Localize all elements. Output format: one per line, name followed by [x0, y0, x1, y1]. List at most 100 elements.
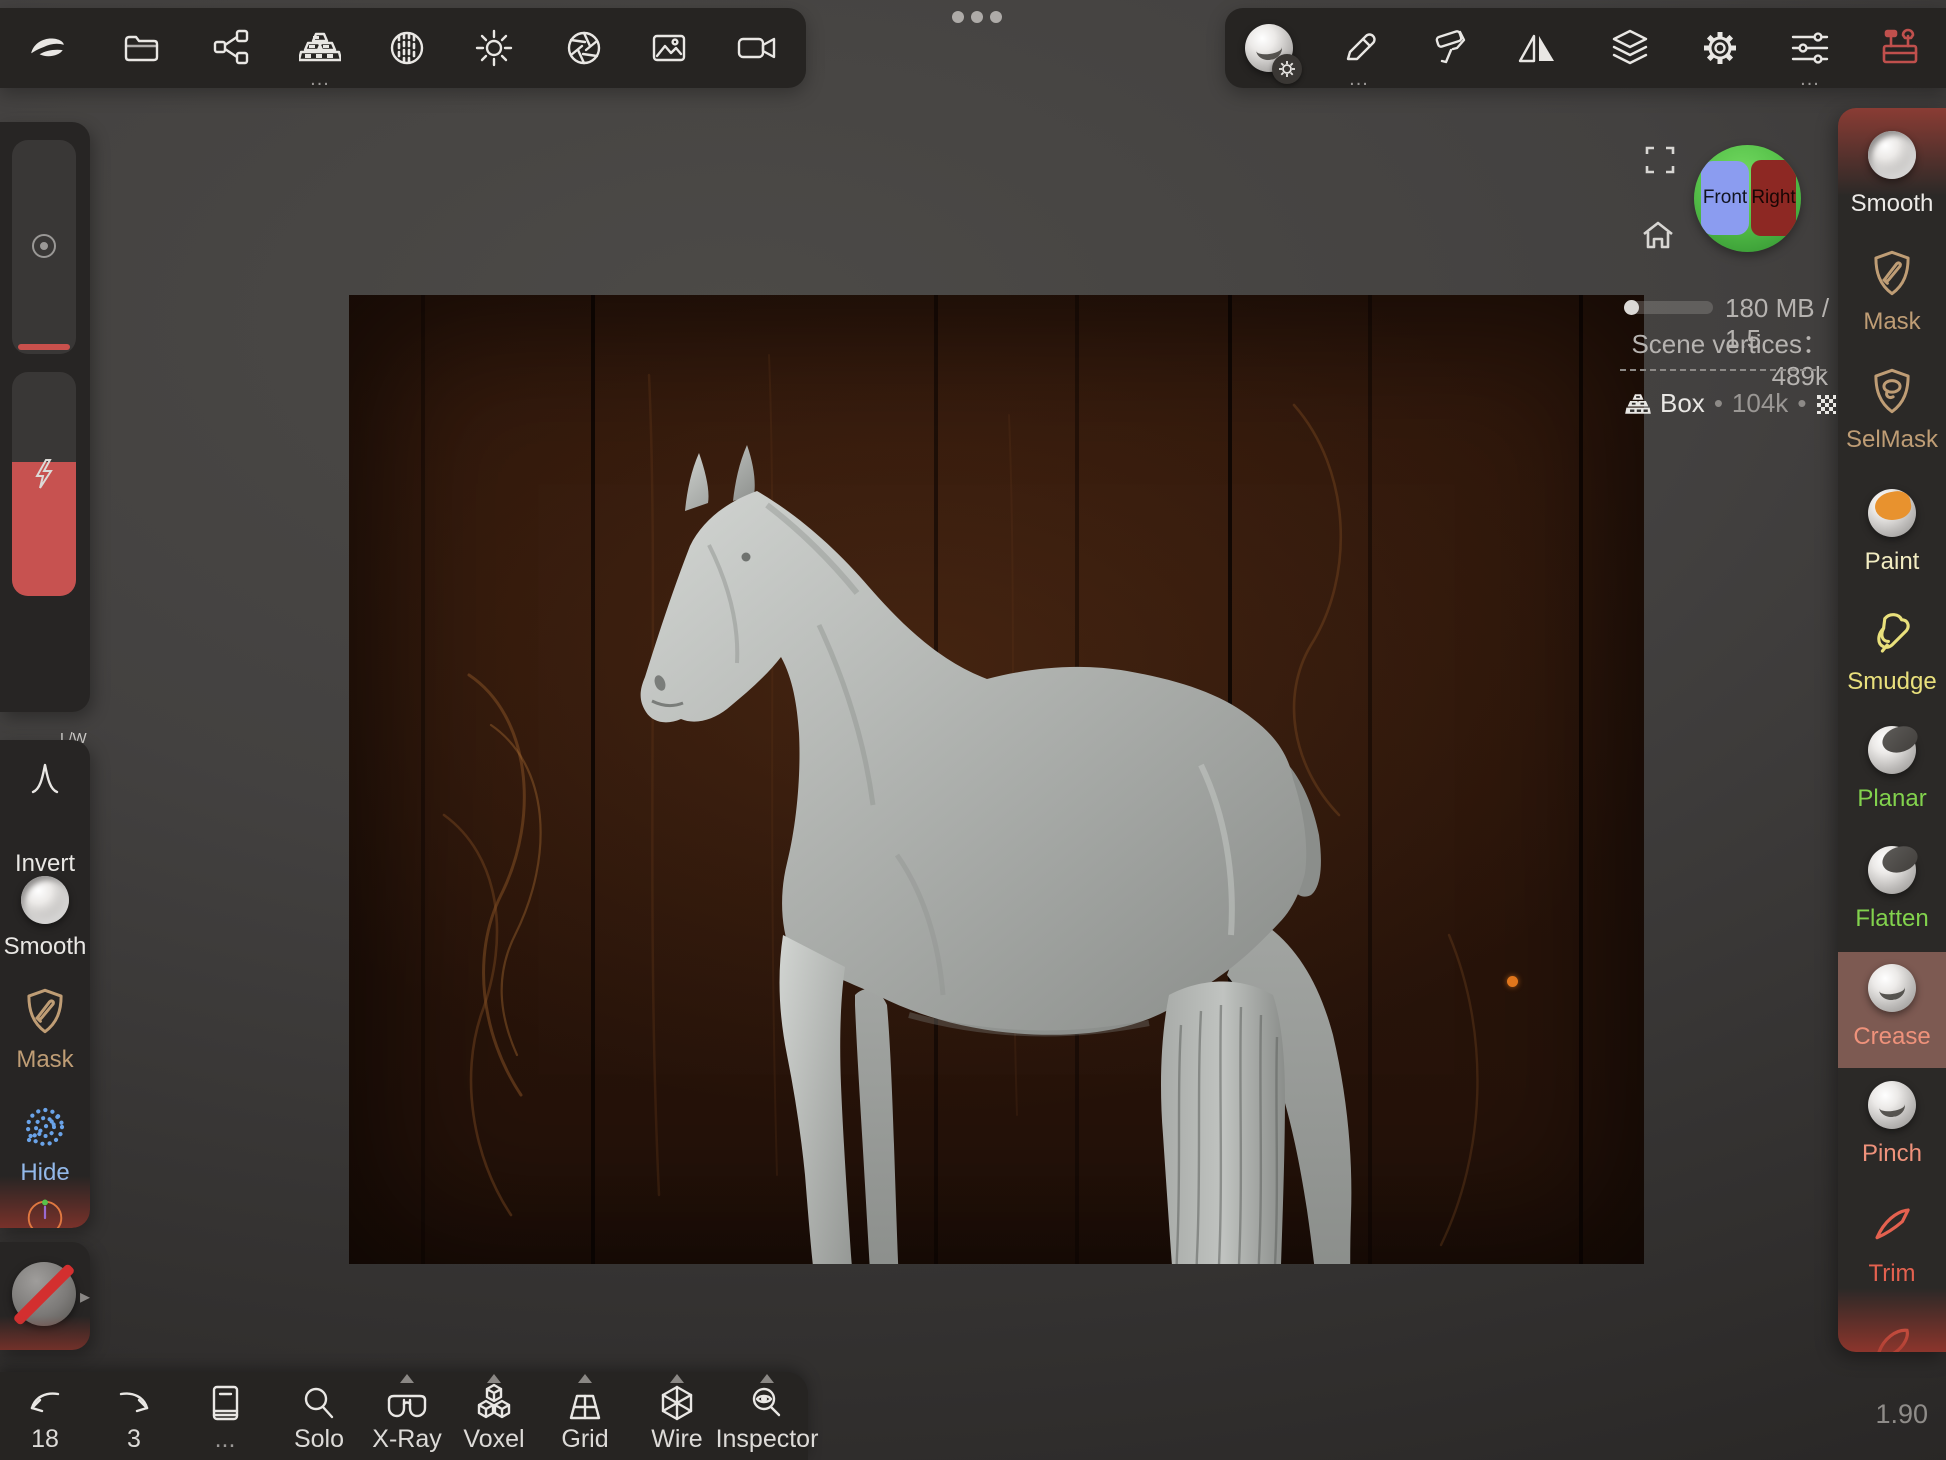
- xray-expand-arrow-icon[interactable]: [400, 1374, 414, 1383]
- object-visibility-checker-icon[interactable]: [1815, 393, 1837, 415]
- undo-button[interactable]: 18: [7, 1372, 83, 1460]
- pencil-more: ...: [1349, 68, 1369, 90]
- modifier-panel-fade: [0, 1176, 90, 1228]
- debug-toolbox-button[interactable]: [1865, 8, 1935, 88]
- topology-button[interactable]: ...: [285, 8, 355, 90]
- voxel-button[interactable]: Voxel: [456, 1372, 532, 1460]
- brush-smooth[interactable]: Smooth: [1838, 122, 1946, 239]
- invert-button[interactable]: [23, 758, 67, 802]
- fullscreen-button[interactable]: [1645, 146, 1675, 174]
- horse-body: [640, 491, 1307, 1035]
- mask-button-icon: [27, 988, 63, 1034]
- redo-count: 3: [127, 1425, 141, 1453]
- zoom-level: 1.90: [1875, 1399, 1928, 1429]
- settings-button[interactable]: [1685, 8, 1755, 88]
- pinch-brush-icon: [1868, 1081, 1916, 1129]
- orientation-gizmo[interactable]: Front Right: [1694, 145, 1801, 252]
- brush-label: Pinch: [1861, 1140, 1923, 1167]
- smooth-button[interactable]: [21, 876, 69, 924]
- brush-paint[interactable]: Paint: [1838, 480, 1946, 597]
- layers-button[interactable]: [1595, 8, 1665, 88]
- solo-button[interactable]: Solo: [281, 1372, 357, 1460]
- object-name: Box: [1660, 388, 1705, 418]
- radius-slider[interactable]: [12, 140, 76, 354]
- hide-button[interactable]: [20, 1102, 70, 1152]
- postprocess-button[interactable]: [549, 8, 619, 88]
- wire-button[interactable]: Wire: [639, 1372, 715, 1460]
- top-left-toolbar: ...: [0, 8, 806, 90]
- brush-crease[interactable]: Crease: [1838, 955, 1946, 1072]
- mask-label: Mask: [16, 1046, 74, 1073]
- gizmo-right-face[interactable]: Right: [1751, 160, 1796, 236]
- brush-label: Smudge: [1847, 668, 1937, 695]
- window-handle-icon[interactable]: [952, 11, 1002, 23]
- brush-smudge[interactable]: Smudge: [1838, 600, 1946, 717]
- sculpt-viewport[interactable]: [349, 295, 1644, 1264]
- voxel-expand-arrow-icon[interactable]: [487, 1374, 501, 1383]
- intensity-slider[interactable]: [12, 372, 76, 596]
- brush-label: SelMask: [1845, 426, 1939, 453]
- nomad-logo-button[interactable]: [13, 8, 83, 88]
- gizmo-front-face[interactable]: Front: [1701, 161, 1749, 235]
- parameters-button[interactable]: ...: [1775, 8, 1845, 89]
- background-image-button[interactable]: [634, 8, 704, 88]
- paint-roller-button[interactable]: [1416, 8, 1486, 88]
- xray-label: X-Ray: [372, 1425, 442, 1453]
- active-brush-button[interactable]: [1234, 8, 1304, 88]
- viewport-render: [421, 295, 1583, 1264]
- brush-label: Trim: [1868, 1260, 1916, 1287]
- object-row[interactable]: Box • 104k •: [1625, 388, 1837, 419]
- symmetry-button[interactable]: [1502, 8, 1572, 88]
- smooth-label: Smooth: [3, 933, 87, 960]
- undo-count: 18: [31, 1425, 59, 1453]
- nomad-sculpt-app: ... ... ... Front Right 180 MB / 1.5 Sce…: [0, 0, 1946, 1460]
- gizmo-front-label: Front: [1702, 187, 1748, 208]
- mask-brush-icon: [1874, 250, 1910, 296]
- solo-label: Solo: [293, 1425, 345, 1453]
- inspector-button[interactable]: Inspector: [716, 1372, 818, 1460]
- stroke-pencil-button[interactable]: ...: [1324, 8, 1394, 90]
- stats-divider: [1620, 369, 1826, 371]
- top-right-toolbar: ... ...: [1225, 8, 1946, 90]
- material-panel-fade: [0, 1316, 90, 1350]
- scene-vertices: Scene vertices：489k: [1596, 324, 1828, 392]
- scene-vertices-value: 489k: [1771, 361, 1828, 391]
- lighting-button[interactable]: [459, 8, 529, 88]
- material-button[interactable]: [372, 8, 442, 88]
- grid-label: Grid: [561, 1425, 609, 1453]
- brush-pinch[interactable]: Pinch: [1838, 1072, 1946, 1189]
- scene-vertices-label: Scene vertices：: [1631, 329, 1828, 359]
- topology-more: ...: [310, 68, 330, 90]
- material-expand-chevron[interactable]: ▸: [80, 1284, 90, 1309]
- wire-expand-arrow-icon[interactable]: [670, 1374, 684, 1383]
- scene-graph-button[interactable]: [196, 8, 266, 88]
- camera-button[interactable]: [722, 8, 792, 88]
- radius-slider-fill: [18, 344, 70, 350]
- brush-label: Planar: [1857, 785, 1927, 812]
- inspector-expand-arrow-icon[interactable]: [760, 1374, 774, 1383]
- brush-flatten[interactable]: Flatten: [1838, 837, 1946, 954]
- selmask-brush-icon: [1874, 368, 1910, 414]
- redo-button[interactable]: 3: [96, 1372, 172, 1460]
- brush-label: Flatten: [1855, 905, 1929, 932]
- brush-mask[interactable]: Mask: [1838, 240, 1946, 357]
- brush-label: Crease: [1853, 1023, 1931, 1050]
- files-button[interactable]: [106, 8, 176, 88]
- home-view-button[interactable]: [1641, 220, 1675, 250]
- grid-button[interactable]: Grid: [547, 1372, 623, 1460]
- mask-button[interactable]: [22, 986, 68, 1036]
- invert-label: Invert: [14, 850, 76, 877]
- smooth-button-icon: [21, 876, 69, 924]
- brush-planar[interactable]: Planar: [1838, 717, 1946, 834]
- nomad-logo-icon: [31, 38, 64, 57]
- brush-settings-badge[interactable]: [1272, 54, 1302, 84]
- grid-expand-arrow-icon[interactable]: [578, 1374, 592, 1383]
- memory-gauge: [1624, 300, 1713, 315]
- material-panel: ▸: [0, 1242, 90, 1350]
- xray-button[interactable]: X-Ray: [369, 1372, 445, 1460]
- notes-button[interactable]: ...: [187, 1372, 263, 1460]
- paint-brush-icon: [1868, 489, 1916, 537]
- brush-selmask[interactable]: SelMask: [1838, 358, 1946, 475]
- horse-far-front-leg: [855, 989, 899, 1264]
- object-topology-icon: [1625, 393, 1651, 414]
